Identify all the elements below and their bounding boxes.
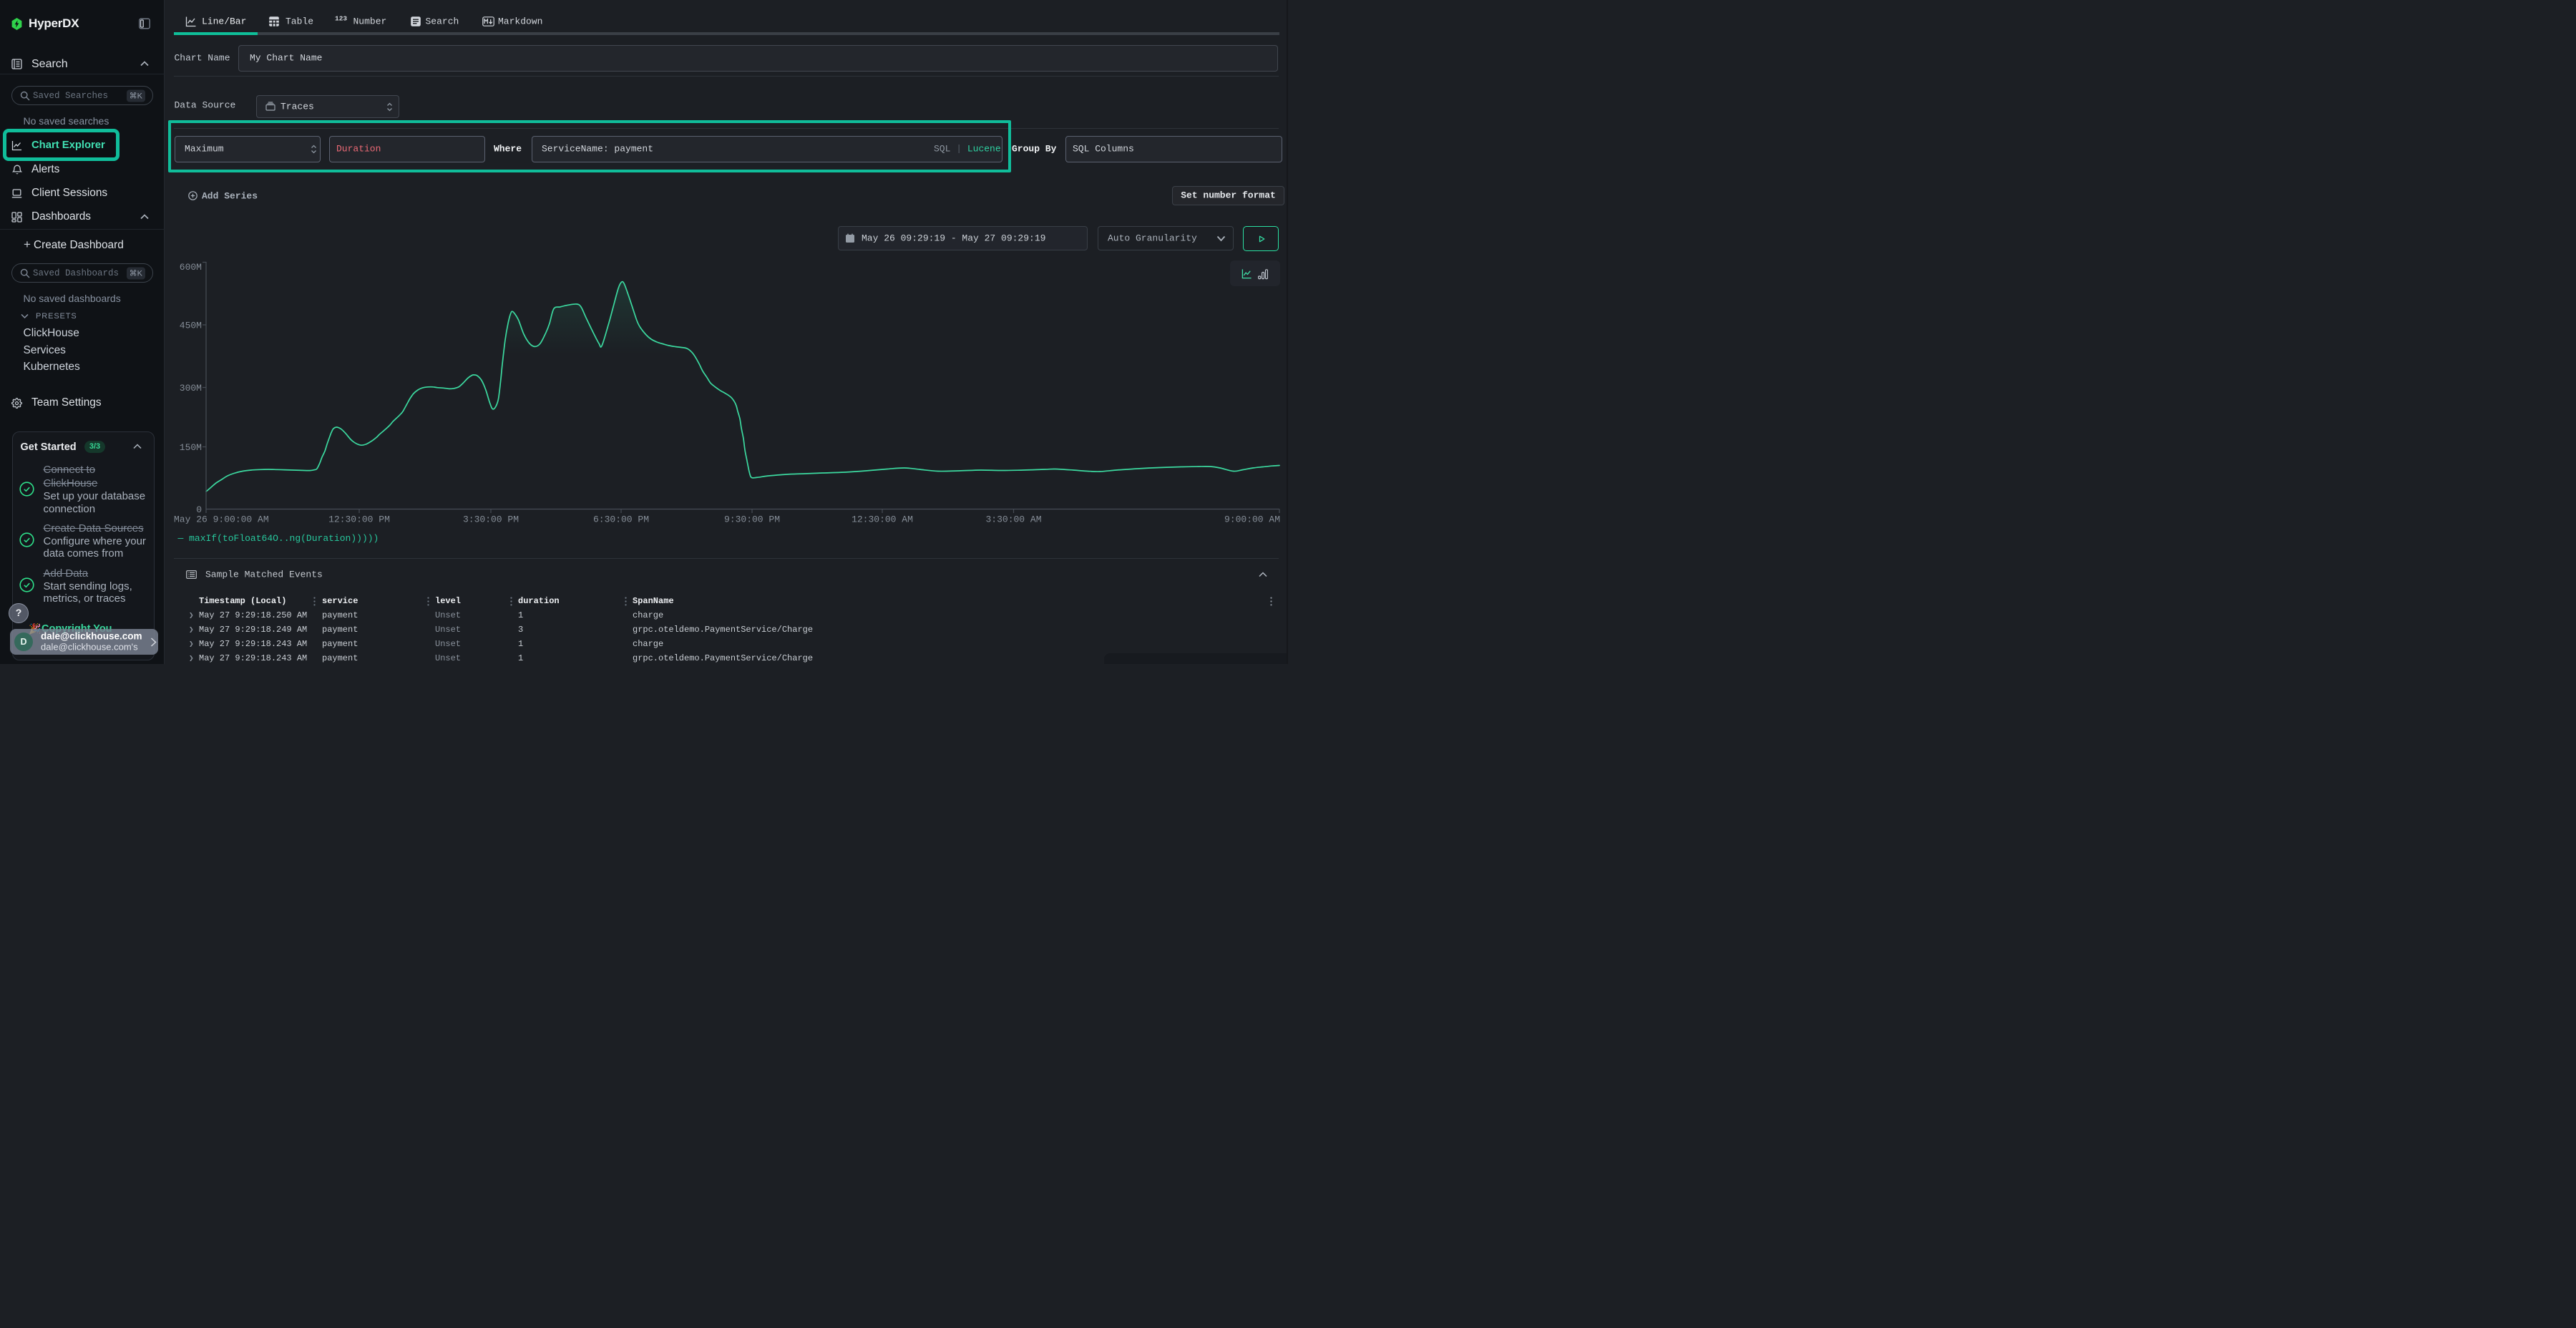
svg-text:3:30:00 AM: 3:30:00 AM	[985, 514, 1041, 525]
svg-text:May 26 9:00:00 AM: May 26 9:00:00 AM	[174, 514, 269, 525]
svg-text:12:30:00 AM: 12:30:00 AM	[852, 514, 913, 525]
svg-text:450M: 450M	[180, 321, 202, 331]
svg-text:600M: 600M	[180, 262, 202, 273]
svg-text:300M: 300M	[180, 383, 202, 394]
svg-text:9:00:00 AM: 9:00:00 AM	[1224, 514, 1280, 525]
svg-text:6:30:00 PM: 6:30:00 PM	[593, 514, 649, 525]
svg-text:9:30:00 PM: 9:30:00 PM	[724, 514, 780, 525]
svg-text:12:30:00 PM: 12:30:00 PM	[328, 514, 390, 525]
svg-text:— maxIf(toFloat64O..ng(Duratio: — maxIf(toFloat64O..ng(Duration)))))	[177, 533, 379, 544]
svg-text:150M: 150M	[180, 442, 202, 453]
svg-text:3:30:00 PM: 3:30:00 PM	[463, 514, 519, 525]
